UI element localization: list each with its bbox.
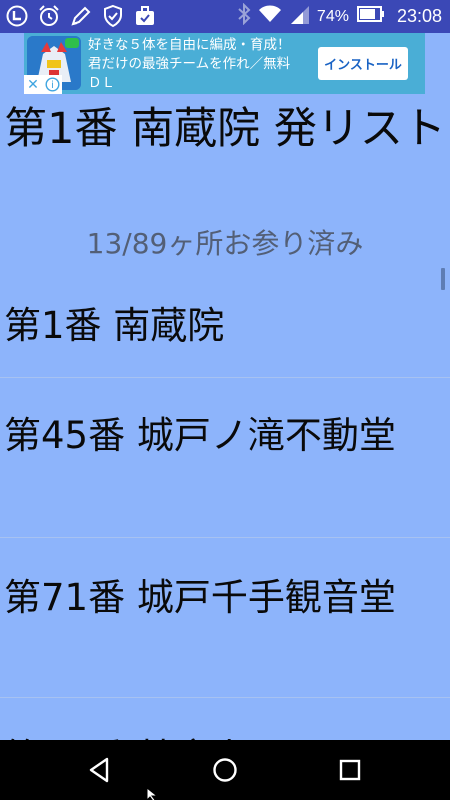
svg-text:i: i [51,80,54,91]
list-item[interactable]: 第45番 城戸ノ滝不動堂 [0,378,450,538]
stylus-icon [68,3,94,29]
clock-time: 23:08 [396,6,442,26]
temple-list: 第1番 南蔵院 第45番 城戸ノ滝不動堂 第71番 城戸千手観音堂 第12番 林… [0,296,450,778]
bluetooth-icon [237,2,251,30]
status-bar: 74% 23:08 [0,0,450,33]
notification-icons [4,3,158,29]
signal-icon [289,4,309,29]
battery-icon [356,6,385,27]
home-icon[interactable] [209,754,241,786]
list-item[interactable]: 第1番 南蔵院 [0,296,450,378]
list-item[interactable]: 第71番 城戸千手観音堂 [0,538,450,698]
ad-line-1: 好きな５体を自由に編成・育成！ [88,37,291,53]
ad-line-2: 君だけの最強チームを作れ／無料 [88,56,291,72]
ad-line-3: ＤＬ [88,75,115,91]
ad-text[interactable]: 好きな５体を自由に編成・育成！ 君だけの最強チームを作れ／無料 ＤＬ [88,36,324,93]
system-status: 74% 23:08 [237,0,442,33]
visit-progress: 13/89ヶ所お参り済み [86,227,364,260]
recents-icon[interactable] [334,754,366,786]
ad-banner[interactable]: 好きな５体を自由に編成・育成！ 君だけの最強チームを作れ／無料 ＤＬ インストー… [24,33,425,94]
back-icon[interactable] [84,754,116,786]
battery-percent: 74% [316,7,349,25]
ad-install-button[interactable]: インストール [318,47,408,80]
clock-notification-icon [4,3,30,29]
navigation-bar [0,740,450,800]
page-title: 第1番 南蔵院 発リスト [4,104,446,154]
briefcase-check-icon [132,3,158,29]
shield-check-icon [100,3,126,29]
scrollbar-thumb[interactable] [441,268,445,290]
mouse-cursor-icon [146,786,160,800]
alarm-icon [36,3,62,29]
ad-info-icon[interactable]: i [42,75,62,94]
ad-close-icon[interactable]: ✕ [24,75,42,94]
wifi-icon [258,5,281,28]
